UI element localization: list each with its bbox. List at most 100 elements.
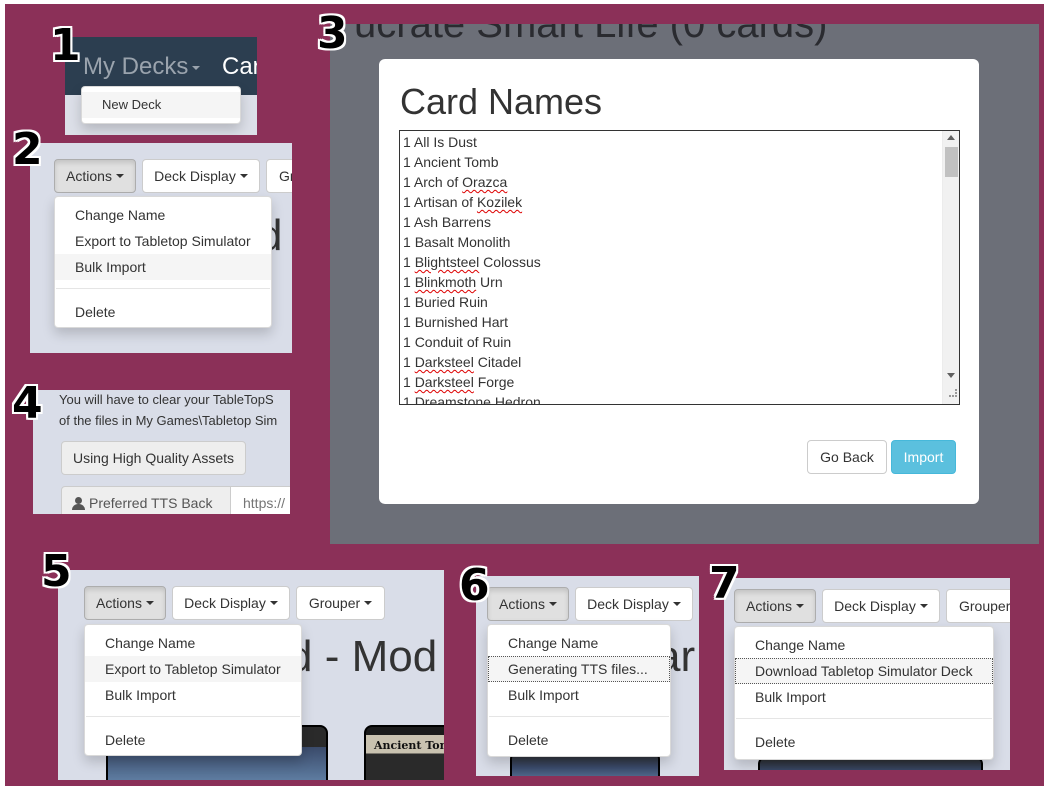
menu-item-change-name[interactable]: Change Name [488, 630, 670, 656]
menu-item-export-tts[interactable]: Export to Tabletop Simulator [55, 228, 271, 254]
settings-text-line-2: of the files in My Games\Tabletop Sim [59, 413, 278, 428]
preferred-tts-back-label: Preferred TTS Back [89, 495, 213, 511]
card-quantity: 1 [403, 254, 411, 270]
menu-item-delete[interactable]: Delete [735, 729, 993, 755]
my-decks-dropdown[interactable]: My Decks [83, 53, 201, 81]
grouper-button[interactable]: Grouper [946, 589, 1010, 623]
nav-cards-link[interactable]: Car [222, 53, 257, 81]
card-name-part: All Is Dust [413, 134, 477, 150]
settings-text-line-1: You will have to clear your TableTopS [59, 392, 274, 407]
card-line: 1 Artisan of Kozilek [403, 192, 541, 212]
menu-item-new-deck[interactable]: New Deck [82, 92, 240, 118]
menu-item-change-name[interactable]: Change Name [85, 630, 301, 656]
actions-menu: Change Name Download Tabletop Simulator … [734, 626, 994, 760]
card-name-part: Ash Barrens [413, 214, 491, 230]
scrollbar-thumb[interactable] [945, 147, 958, 177]
chevron-down-icon [269, 601, 278, 605]
grouper-label: Gr [279, 168, 292, 184]
modal-title: Card Names [400, 81, 603, 122]
step-number-6: 6 [459, 560, 490, 611]
card-quantity: 1 [403, 134, 411, 150]
chevron-down-icon [795, 604, 804, 608]
menu-item-bulk-import[interactable]: Bulk Import [735, 684, 993, 710]
deck-display-button[interactable]: Deck Display [142, 159, 260, 193]
actions-button[interactable]: Actions [734, 589, 816, 623]
scroll-up-icon[interactable] [947, 135, 955, 140]
card-quantity: 1 [403, 174, 411, 190]
card-name-part: Ancient Tomb [413, 154, 499, 170]
menu-item-download-tts-deck[interactable]: Download Tabletop Simulator Deck [735, 658, 993, 684]
user-icon [72, 496, 85, 510]
card-name-misspelled: Darksteel [414, 374, 474, 390]
card-quantity: 1 [403, 154, 411, 170]
card-name-misspelled: Darksteel [414, 354, 474, 370]
deck-display-button[interactable]: Deck Display [575, 587, 693, 621]
card-quantity: 1 [403, 214, 411, 230]
menu-item-delete[interactable]: Delete [55, 299, 271, 325]
menu-divider [86, 716, 300, 717]
menu-divider [56, 288, 270, 289]
grouper-button[interactable]: Grouper [296, 586, 385, 620]
card-name-misspelled: Dreamstone [414, 394, 491, 405]
card-name-part: Hedron [490, 394, 541, 405]
preferred-tts-back-input[interactable] [230, 486, 290, 514]
card-quantity: 1 [403, 374, 411, 390]
actions-label: Actions [746, 598, 792, 614]
menu-divider [489, 716, 669, 717]
menu-item-delete[interactable]: Delete [488, 727, 670, 753]
card-line: 1 Burnished Hart [403, 312, 541, 332]
panel-7-download-tts: Actions Deck Display Grouper Change Name… [724, 578, 1010, 770]
card-quantity: 1 [403, 294, 411, 310]
actions-button[interactable]: Actions [84, 586, 166, 620]
step-number-1: 1 [50, 20, 81, 71]
scrollbar[interactable] [942, 131, 959, 404]
card-name-part: Basalt Monolith [414, 234, 511, 250]
card-name-part: Forge [473, 374, 515, 390]
actions-label: Actions [96, 595, 142, 611]
import-button[interactable]: Import [891, 440, 956, 474]
panel-6-generating-tts: ar Actions Deck Display Change Name Gene… [476, 576, 699, 776]
actions-menu: Change Name Export to Tabletop Simulator… [84, 624, 302, 756]
menu-item-bulk-import[interactable]: Bulk Import [85, 682, 301, 708]
card-name-misspelled: Orazca [462, 174, 508, 190]
resize-grip-icon[interactable] [949, 389, 957, 397]
card-name-label: Ancient Tom [374, 739, 444, 752]
card-line: 1 Basalt Monolith [403, 232, 541, 252]
menu-item-generating-tts[interactable]: Generating TTS files... [488, 656, 670, 682]
deck-display-label: Deck Display [154, 168, 236, 184]
actions-menu: Change Name Export to Tabletop Simulator… [54, 196, 272, 328]
tutorial-collage: My Decks Car New Deck d Actions Deck Dis… [5, 4, 1044, 786]
menu-divider [736, 718, 992, 719]
card-quantity: 1 [403, 234, 411, 250]
menu-item-change-name[interactable]: Change Name [55, 202, 271, 228]
chevron-down-icon [192, 65, 201, 70]
deck-display-button[interactable]: Deck Display [172, 586, 290, 620]
card-name-misspelled: Blightsteel [414, 254, 480, 270]
grouper-button[interactable]: Gr [266, 159, 292, 193]
actions-menu: Change Name Generating TTS files... Bulk… [487, 624, 671, 757]
menu-item-delete[interactable]: Delete [85, 727, 301, 753]
card-names-textarea[interactable]: 1 All Is Dust 1 Ancient Tomb 1 Arch of Ora… [399, 130, 960, 405]
card-name-part: Urn [476, 274, 503, 290]
card-line: 1 Conduit of Ruin [403, 332, 541, 352]
my-decks-label: My Decks [83, 53, 189, 80]
actions-button[interactable]: Actions [487, 587, 569, 621]
deck-display-button[interactable]: Deck Display [822, 589, 940, 623]
card-quantity: 1 [403, 394, 411, 405]
card-name-part: Buried Ruin [414, 294, 488, 310]
deck-display-label: Deck Display [184, 595, 266, 611]
scroll-down-icon[interactable] [947, 373, 955, 378]
panel-1-navbar: My Decks Car New Deck [65, 37, 257, 135]
menu-item-export-tts[interactable]: Export to Tabletop Simulator [85, 656, 301, 682]
high-quality-assets-button[interactable]: Using High Quality Assets [61, 441, 246, 475]
menu-item-bulk-import[interactable]: Bulk Import [488, 682, 670, 708]
menu-item-bulk-import[interactable]: Bulk Import [55, 254, 271, 280]
card-line: 1 Dreamstone Hedron [403, 392, 541, 405]
menu-item-change-name[interactable]: Change Name [735, 632, 993, 658]
go-back-button[interactable]: Go Back [807, 440, 887, 474]
chevron-down-icon [115, 174, 124, 178]
card-quantity: 1 [403, 274, 411, 290]
actions-button[interactable]: Actions [54, 159, 136, 193]
chevron-down-icon [239, 174, 248, 178]
card-name-misspelled: Blinkmoth [414, 274, 477, 290]
